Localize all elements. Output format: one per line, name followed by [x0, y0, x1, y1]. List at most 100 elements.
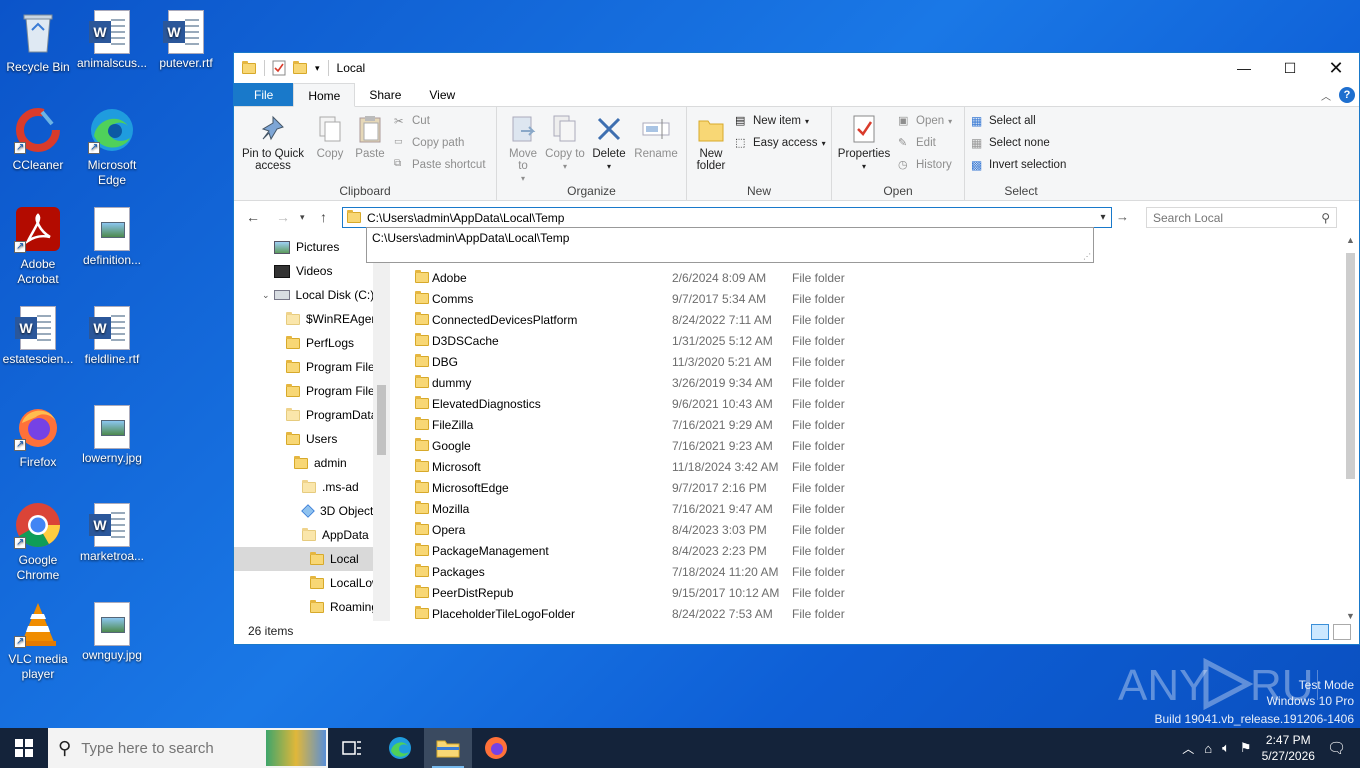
volume-icon[interactable]: 🔈︎ — [1222, 740, 1230, 756]
search-input[interactable] — [1153, 210, 1322, 225]
up-arrow-icon[interactable]: ↑ — [320, 209, 327, 225]
nav-item-programdata[interactable]: ProgramData — [286, 403, 377, 427]
nav-item-3d-objects[interactable]: 3D Objects — [301, 499, 379, 523]
expand-chevron-icon[interactable]: ⌄ — [262, 290, 270, 301]
collapse-ribbon-icon[interactable]: ︿ — [1321, 88, 1331, 103]
forward-arrow-icon[interactable]: → — [276, 209, 290, 225]
invert-selection-button[interactable]: ▩ Invert selection — [971, 155, 1066, 175]
delete-button[interactable]: Delete ▾ — [589, 113, 629, 173]
address-bar[interactable]: ▾ — [342, 207, 1112, 228]
file-row[interactable]: dummy 3/26/2019 9:34 AM File folder — [404, 372, 1104, 393]
autocomplete-item[interactable]: C:\Users\admin\AppData\Local\Temp — [372, 231, 1088, 245]
notifications-icon[interactable]: 🗨︎ — [1327, 739, 1346, 757]
action-center-flag-icon[interactable]: ⚑ — [1240, 740, 1252, 756]
clock[interactable]: 2:47 PM 5/27/2026 — [1262, 732, 1315, 764]
easy-access-button[interactable]: ⬚ Easy access ▾ — [735, 133, 826, 153]
nav-item-users[interactable]: Users — [286, 427, 337, 451]
tab-view[interactable]: View — [415, 83, 469, 106]
desktop-icon-microsoft-edge[interactable]: Microsoft Edge — [74, 106, 150, 188]
network-icon[interactable]: ⌂ — [1204, 741, 1212, 756]
resize-grip-icon[interactable]: ⋰ — [1083, 252, 1091, 261]
nav-item-admin[interactable]: admin — [294, 451, 347, 475]
taskbar-file-explorer[interactable] — [424, 728, 472, 768]
open-button[interactable]: ▣ Open ▾ — [898, 111, 952, 131]
select-none-button[interactable]: ▦ Select none — [971, 133, 1050, 153]
nav-item-ms-ad[interactable]: .ms-ad — [302, 475, 359, 499]
paste-button[interactable]: Paste — [350, 113, 390, 160]
search-box[interactable]: ⚲ — [1146, 207, 1337, 228]
file-row[interactable]: PeerDistRepub 9/15/2017 10:12 AM File fold… — [404, 582, 1104, 603]
properties-button[interactable]: Properties ▾ — [836, 113, 892, 173]
start-button[interactable] — [0, 728, 48, 768]
file-row[interactable]: Microsoft 11/18/2024 3:42 AM File folder — [404, 456, 1104, 477]
file-row[interactable]: ConnectedDevicesPlatform 8/24/2022 7:11 A… — [404, 309, 1104, 330]
edit-button[interactable]: ✎ Edit — [898, 133, 936, 153]
show-hidden-icons-icon[interactable]: ︿ — [1182, 740, 1194, 757]
paste-shortcut-button[interactable]: ⧉ Paste shortcut — [394, 155, 486, 175]
nav-item-local[interactable]: Local — [310, 547, 359, 571]
go-arrow-icon[interactable]: → — [1116, 209, 1129, 224]
file-row[interactable]: FileZilla 7/16/2021 9:29 AM File folder — [404, 414, 1104, 435]
cut-button[interactable]: ✂ Cut — [394, 111, 430, 131]
file-row[interactable]: Google 7/16/2021 9:23 AM File folder — [404, 435, 1104, 456]
copy-button[interactable]: Copy — [310, 113, 350, 160]
scrollbar-thumb[interactable] — [1346, 253, 1355, 479]
desktop-icon-animalscus[interactable]: animalscus... — [74, 8, 150, 71]
tab-home[interactable]: Home — [293, 83, 356, 107]
back-arrow-icon[interactable]: ← — [246, 209, 260, 225]
copy-to-button[interactable]: Copy to ▾ — [545, 113, 585, 173]
file-row[interactable]: Mozilla 7/16/2021 9:47 AM File folder — [404, 498, 1104, 519]
recent-locations-icon[interactable]: ▾ — [300, 212, 305, 223]
file-row[interactable]: Adobe 2/6/2024 8:09 AM File folder — [404, 267, 1104, 288]
nav-item-pictures[interactable]: Pictures — [274, 235, 339, 259]
desktop-icon-marketroa[interactable]: marketroa... — [74, 501, 150, 564]
properties-quick-icon[interactable] — [271, 60, 287, 76]
maximize-button[interactable]: ☐ — [1267, 53, 1313, 83]
pin-quick-access-button[interactable]: Pin to Quick access — [238, 113, 308, 172]
desktop-icon-lowerny[interactable]: lowerny.jpg — [74, 403, 150, 466]
history-button[interactable]: ◷ History — [898, 155, 952, 175]
nav-item-appdata[interactable]: AppData — [302, 523, 369, 547]
file-row[interactable]: PackageManagement 8/4/2023 2:23 PM File fo… — [404, 540, 1104, 561]
desktop-icon-firefox[interactable]: Firefox — [0, 403, 76, 470]
nav-item-videos[interactable]: Videos — [274, 259, 332, 283]
desktop-icon-google-chrome[interactable]: Google Chrome — [0, 501, 76, 583]
desktop-icon-recycle-bin[interactable]: Recycle Bin — [0, 8, 76, 75]
scrollbar-thumb[interactable] — [377, 385, 386, 455]
copy-path-button[interactable]: ▭ Copy path — [394, 133, 464, 153]
file-row[interactable]: D3DSCache 1/31/2025 5:12 AM File folder — [404, 330, 1104, 351]
large-icons-view-icon[interactable] — [1333, 624, 1351, 640]
desktop-icon-ccleaner[interactable]: CCleaner — [0, 106, 76, 173]
file-row[interactable]: ElevatedDiagnostics 9/6/2021 10:43 AM File… — [404, 393, 1104, 414]
desktop-icon-putever[interactable]: putever.rtf — [148, 8, 224, 71]
file-row[interactable]: Comms 9/7/2017 5:34 AM File folder — [404, 288, 1104, 309]
nav-item-roaming[interactable]: Roaming — [310, 595, 378, 619]
help-icon[interactable]: ? — [1339, 87, 1355, 103]
nav-item-local-disk[interactable]: ⌄ Local Disk (C:) — [262, 283, 374, 307]
file-row[interactable]: PlaceholderTileLogoFolder 8/24/2022 7:53 … — [404, 603, 1104, 624]
tab-share[interactable]: Share — [355, 83, 415, 106]
minimize-button[interactable]: — — [1221, 53, 1267, 83]
address-dropdown-icon[interactable]: ▾ — [1095, 212, 1111, 223]
details-view-icon[interactable] — [1311, 624, 1329, 640]
desktop-icon-estatescien[interactable]: estatescien... — [0, 304, 76, 367]
file-row[interactable]: DBG 11/3/2020 5:21 AM File folder — [404, 351, 1104, 372]
taskbar-firefox[interactable] — [472, 728, 520, 768]
address-input[interactable] — [367, 210, 1095, 225]
desktop-icon-vlc[interactable]: VLC media player — [0, 600, 76, 682]
taskbar-search[interactable]: ⚲ — [48, 728, 328, 768]
desktop-icon-definition[interactable]: definition... — [74, 205, 150, 268]
file-row[interactable]: MicrosoftEdge 9/7/2017 2:16 PM File folder — [404, 477, 1104, 498]
taskbar-edge[interactable] — [376, 728, 424, 768]
file-row[interactable]: Opera 8/4/2023 3:03 PM File folder — [404, 519, 1104, 540]
nav-item-program-files-x86[interactable]: Program Files — [286, 379, 381, 403]
file-row[interactable]: Packages 7/18/2024 11:20 AM File folder — [404, 561, 1104, 582]
rename-button[interactable]: Rename — [633, 113, 679, 160]
move-to-button[interactable]: Move to ▾ — [503, 113, 543, 185]
quick-access-dropdown-icon[interactable]: ▾ — [315, 63, 320, 74]
desktop-icon-adobe-acrobat[interactable]: Adobe Acrobat — [0, 205, 76, 287]
select-all-button[interactable]: ▦ Select all — [971, 111, 1036, 131]
nav-pane-scrollbar[interactable] — [373, 235, 390, 621]
new-folder-quick-icon[interactable] — [293, 60, 309, 76]
task-view-button[interactable] — [328, 728, 376, 768]
